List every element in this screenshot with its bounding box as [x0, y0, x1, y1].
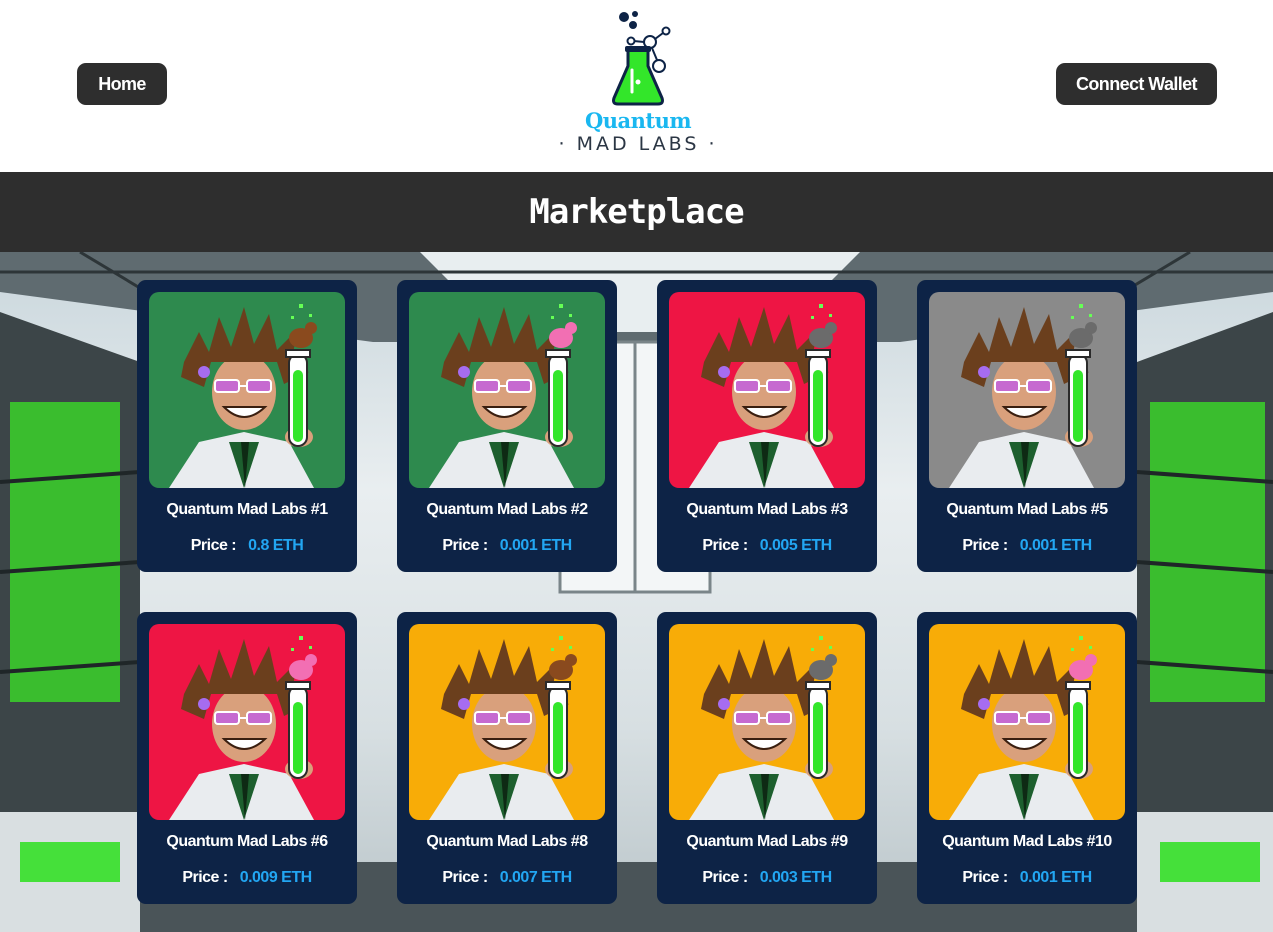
nft-image: [929, 624, 1125, 820]
nft-name: Quantum Mad Labs #5: [946, 501, 1108, 518]
logo-text-mad-labs: · MAD LABS ·: [558, 133, 718, 155]
nft-name: Quantum Mad Labs #1: [166, 501, 328, 518]
nft-name: Quantum Mad Labs #8: [426, 833, 588, 850]
nft-card[interactable]: Quantum Mad Labs #6 Price : 0.009 ETH: [137, 612, 357, 904]
nft-card[interactable]: Quantum Mad Labs #10 Price : 0.001 ETH: [917, 612, 1137, 904]
price-value: 0.009 ETH: [239, 869, 312, 886]
page-title-banner: Marketplace: [0, 172, 1273, 252]
price-label: Price :: [442, 537, 488, 554]
price-value: 0.001 ETH: [499, 537, 572, 554]
nft-name: Quantum Mad Labs #6: [166, 833, 328, 850]
nft-price-row: Price : 0.009 ETH: [137, 869, 357, 887]
price-value: 0.007 ETH: [499, 869, 572, 886]
nft-image: [149, 292, 345, 488]
nft-price-row: Price : 0.8 ETH: [137, 537, 357, 555]
price-label: Price :: [182, 869, 228, 886]
connect-wallet-button[interactable]: Connect Wallet: [1056, 63, 1217, 105]
nft-card[interactable]: Quantum Mad Labs #3 Price : 0.005 ETH: [657, 280, 877, 572]
nft-price-row: Price : 0.007 ETH: [397, 869, 617, 887]
price-label: Price :: [962, 537, 1008, 554]
price-value: 0.001 ETH: [1019, 869, 1092, 886]
nft-price-row: Price : 0.001 ETH: [397, 537, 617, 555]
nft-image: [149, 624, 345, 820]
site-header: Home Quantum · MAD LABS · Connect Wallet: [0, 0, 1273, 172]
nft-image: [929, 292, 1125, 488]
nft-name: Quantum Mad Labs #2: [426, 501, 588, 518]
nft-name: Quantum Mad Labs #10: [942, 833, 1112, 850]
nft-price-row: Price : 0.005 ETH: [657, 537, 877, 555]
nft-card[interactable]: Quantum Mad Labs #8 Price : 0.007 ETH: [397, 612, 617, 904]
price-label: Price :: [442, 869, 488, 886]
nft-card[interactable]: Quantum Mad Labs #1 Price : 0.8 ETH: [137, 280, 357, 572]
nft-image: [669, 624, 865, 820]
nft-price-row: Price : 0.003 ETH: [657, 869, 877, 887]
nft-image: [409, 624, 605, 820]
page-title: Marketplace: [529, 192, 744, 232]
nft-name: Quantum Mad Labs #3: [686, 501, 848, 518]
price-label: Price :: [190, 537, 237, 554]
price-label: Price :: [702, 869, 748, 886]
flask-logo-icon: [612, 11, 671, 106]
price-value: 0.8 ETH: [248, 537, 304, 554]
nft-card[interactable]: Quantum Mad Labs #2 Price : 0.001 ETH: [397, 280, 617, 572]
site-logo[interactable]: Quantum · MAD LABS ·: [548, 8, 728, 158]
home-button[interactable]: Home: [77, 63, 167, 105]
nft-price-row: Price : 0.001 ETH: [917, 869, 1137, 887]
nft-image: [669, 292, 865, 488]
nft-card[interactable]: Quantum Mad Labs #5 Price : 0.001 ETH: [917, 280, 1137, 572]
price-value: 0.001 ETH: [1019, 537, 1092, 554]
price-value: 0.003 ETH: [759, 869, 832, 886]
nft-image: [409, 292, 605, 488]
nft-price-row: Price : 0.001 ETH: [917, 537, 1137, 555]
price-value: 0.005 ETH: [759, 537, 832, 554]
nft-name: Quantum Mad Labs #9: [686, 833, 848, 850]
price-label: Price :: [962, 869, 1008, 886]
price-label: Price :: [702, 537, 748, 554]
nft-card[interactable]: Quantum Mad Labs #9 Price : 0.003 ETH: [657, 612, 877, 904]
logo-text-quantum: Quantum: [584, 108, 692, 133]
